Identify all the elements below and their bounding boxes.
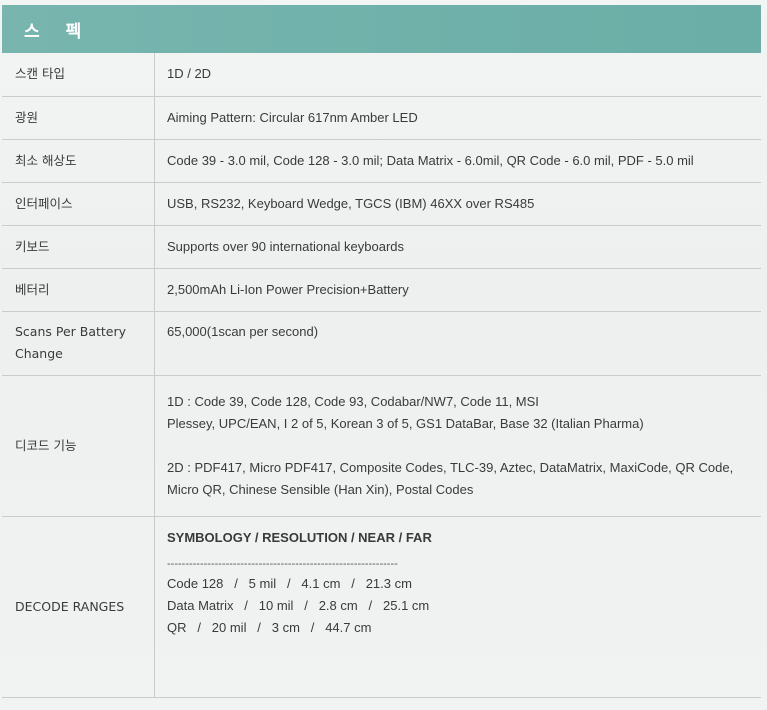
row-value-min-resolution: Code 39 - 3.0 mil, Code 128 - 3.0 mil; D… xyxy=(154,139,761,183)
row-label-battery: 베터리 xyxy=(2,268,155,312)
row-value-decode: 1D : Code 39, Code 128, Code 93, Codabar… xyxy=(154,375,761,517)
row-label-keyboard: 키보드 xyxy=(2,225,155,269)
range-entry: Code 128 / 5 mil / 4.1 cm / 21.3 cm xyxy=(167,575,412,591)
row-value-decode-ranges: SYMBOLOGY / RESOLUTION / NEAR / FAR ----… xyxy=(154,516,761,698)
decode-1d-line: 1D : Code 39, Code 128, Code 93, Codabar… xyxy=(167,393,539,409)
spec-table: 스캔 타입 1D / 2D 광원 Aiming Pattern: Circula… xyxy=(2,53,761,698)
table-row: Scans Per Battery Change 65,000(1scan pe… xyxy=(2,311,761,376)
row-label-scans-per-battery: Scans Per Battery Change xyxy=(2,311,155,376)
table-row: DECODE RANGES SYMBOLOGY / RESOLUTION / N… xyxy=(2,516,761,698)
spec-title: 스펙 xyxy=(24,21,108,42)
row-label-light-source: 광원 xyxy=(2,96,155,140)
label-line: Scans Per Battery xyxy=(15,323,127,339)
table-row: 디코드 기능 1D : Code 39, Code 128, Code 93, … xyxy=(2,375,761,517)
row-value-keyboard: Supports over 90 international keyboards xyxy=(154,225,761,269)
row-value-scan-type: 1D / 2D xyxy=(154,53,761,97)
table-row: 최소 해상도 Code 39 - 3.0 mil, Code 128 - 3.0… xyxy=(2,139,761,183)
label-line: Change xyxy=(15,345,63,361)
row-label-scan-type: 스캔 타입 xyxy=(2,53,155,97)
ranges-heading: SYMBOLOGY / RESOLUTION / NEAR / FAR xyxy=(167,529,432,545)
spec-header: 스펙 xyxy=(2,5,761,53)
table-row: 키보드 Supports over 90 international keybo… xyxy=(2,225,761,269)
decode-2d-line: 2D : PDF417, Micro PDF417, Composite Cod… xyxy=(167,459,734,475)
table-row: 인터페이스 USB, RS232, Keyboard Wedge, TGCS (… xyxy=(2,182,761,226)
row-value-interface: USB, RS232, Keyboard Wedge, TGCS (IBM) 4… xyxy=(154,182,761,226)
table-row: 베터리 2,500mAh Li-Ion Power Precision+Batt… xyxy=(2,268,761,312)
row-label-decode: 디코드 기능 xyxy=(2,375,155,517)
table-row: 스캔 타입 1D / 2D xyxy=(2,53,761,97)
ranges-divider: ----------------------------------------… xyxy=(167,557,398,570)
decode-2d-line: Micro QR, Chinese Sensible (Han Xin), Po… xyxy=(167,481,474,497)
row-label-min-resolution: 최소 해상도 xyxy=(2,139,155,183)
row-value-light-source: Aiming Pattern: Circular 617nm Amber LED xyxy=(154,96,761,140)
row-value-battery: 2,500mAh Li-Ion Power Precision+Battery xyxy=(154,268,761,312)
decode-1d-line: Plessey, UPC/EAN, I 2 of 5, Korean 3 of … xyxy=(167,415,644,431)
row-label-interface: 인터페이스 xyxy=(2,182,155,226)
row-value-scans-per-battery: 65,000(1scan per second) xyxy=(154,311,761,376)
range-entry: QR / 20 mil / 3 cm / 44.7 cm xyxy=(167,619,372,635)
row-label-decode-ranges: DECODE RANGES xyxy=(2,516,155,698)
spec-section: 스펙 스캔 타입 1D / 2D 광원 Aiming Pattern: Circ… xyxy=(2,5,761,698)
range-entry: Data Matrix / 10 mil / 2.8 cm / 25.1 cm xyxy=(167,597,430,613)
table-row: 광원 Aiming Pattern: Circular 617nm Amber … xyxy=(2,96,761,140)
